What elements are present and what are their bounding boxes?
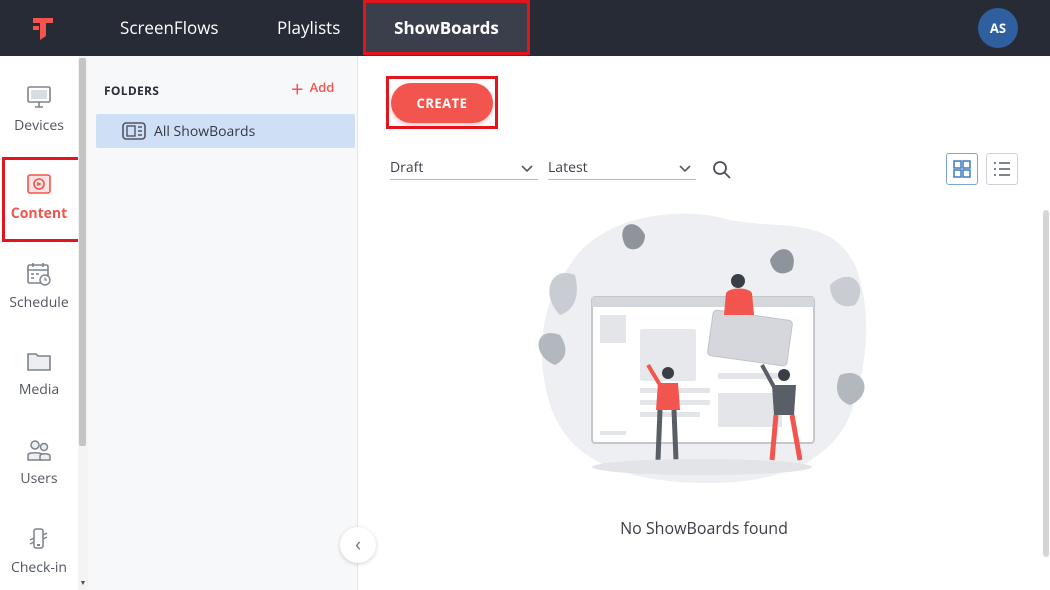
list-icon (994, 162, 1010, 176)
add-folder-button[interactable]: + Add (291, 78, 335, 100)
sidebar-item-label: Check-in (11, 558, 67, 577)
monitor-icon (27, 86, 51, 108)
sidebar-item-check-in[interactable]: Check-in (0, 526, 78, 577)
sort-filter-value: Latest (548, 158, 588, 177)
search-icon[interactable] (712, 160, 732, 180)
grid-icon (953, 160, 971, 178)
chevron-left-icon: ‹ (354, 530, 361, 557)
folders-panel: FOLDERS + Add All ShowBoards (88, 56, 358, 590)
folder-icon (27, 353, 51, 371)
sidebar-item-devices[interactable]: Devices (0, 84, 78, 135)
collapse-panel-button[interactable]: ‹ (340, 527, 376, 563)
folders-heading: FOLDERS (104, 82, 160, 99)
calendar-icon (27, 263, 51, 286)
tab-playlists[interactable]: Playlists (277, 0, 340, 56)
showboards-tab-highlight (363, 0, 530, 55)
grid-view-button[interactable] (946, 153, 978, 185)
list-view-button[interactable] (986, 153, 1018, 185)
folder-item-all-showboards[interactable]: All ShowBoards (96, 114, 355, 148)
main-scrollbar[interactable] (1043, 210, 1049, 557)
chevron-down-icon (521, 165, 533, 173)
add-folder-label: Add (309, 78, 335, 96)
icon-sidebar: Devices Content Schedule Media Users Che… (0, 56, 78, 590)
app-logo-icon[interactable] (30, 14, 56, 42)
sidebar-item-label: Devices (14, 116, 64, 135)
status-filter-value: Draft (390, 158, 424, 177)
status-filter-dropdown[interactable]: Draft (390, 158, 538, 180)
sidebar-item-label: Users (20, 469, 58, 488)
sidebar-item-schedule[interactable]: Schedule (0, 261, 78, 312)
sidebar-scrollbar-thumb[interactable] (79, 58, 86, 446)
create-button-highlight (386, 76, 498, 129)
users-icon (27, 440, 51, 461)
empty-state-illustration (538, 213, 867, 484)
sort-filter-dropdown[interactable]: Latest (548, 158, 696, 180)
sidebar-item-label: Media (18, 380, 60, 399)
tab-screenflows[interactable]: ScreenFlows (120, 0, 219, 56)
sidebar-item-label: Schedule (9, 293, 69, 312)
chevron-down-icon (679, 165, 691, 173)
content-item-highlight (2, 157, 81, 242)
check-in-icon (29, 528, 48, 549)
user-avatar[interactable]: AS (978, 8, 1018, 48)
folder-label: All ShowBoards (154, 122, 256, 141)
sidebar-item-media[interactable]: Media (0, 348, 78, 399)
empty-state-message: No ShowBoards found (620, 517, 788, 539)
sidebar-item-users[interactable]: Users (0, 437, 78, 488)
showboard-folder-icon (122, 122, 146, 140)
plus-icon: + (291, 73, 304, 104)
scroll-down-arrow-icon[interactable]: ▼ (78, 578, 88, 590)
